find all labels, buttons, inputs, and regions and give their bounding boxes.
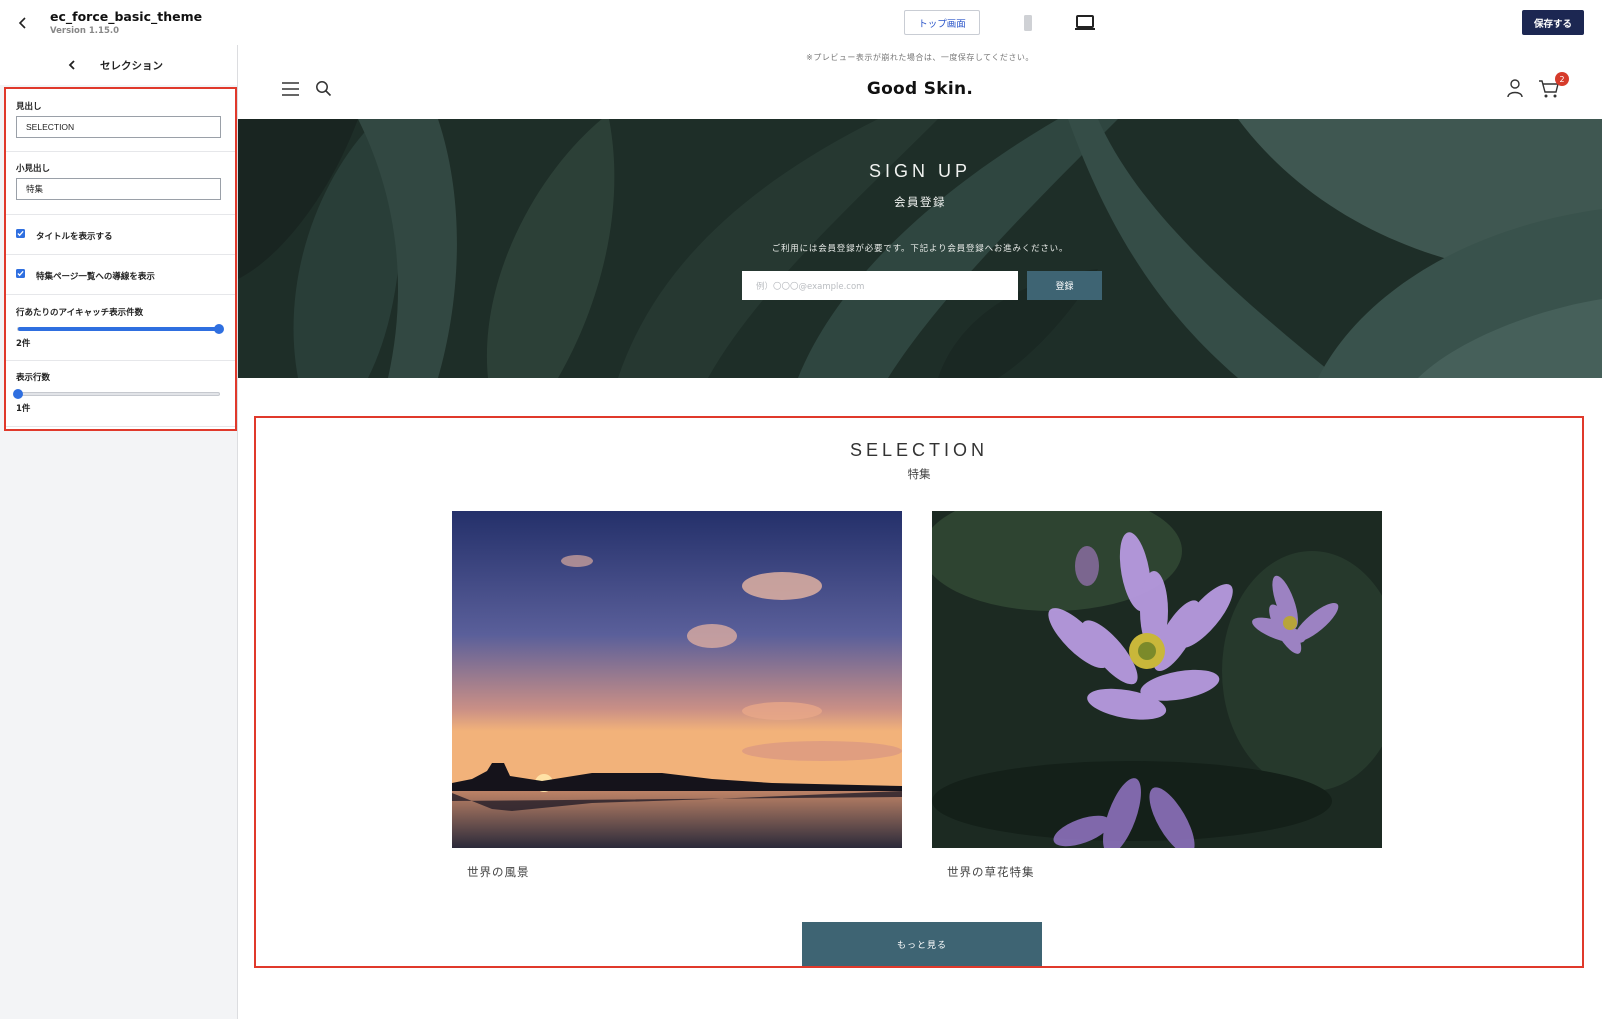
hero-title: SIGN UP [868,161,971,181]
per-row-value: 2件 [16,339,31,349]
show-title-checkbox[interactable] [16,229,25,238]
per-row-label: 行あたりのアイキャッチ表示件数 [16,308,144,318]
landscape-image[interactable] [452,511,902,848]
hero-subtitle: 会員登録 [894,195,946,209]
desktop-device-icon[interactable] [1074,14,1096,32]
show-link-label: 特集ページ一覧への導線を表示 [36,272,155,282]
theme-version: Version 1.15.0 [50,26,120,36]
heading-input[interactable]: SELECTION [16,116,221,138]
theme-name: ec_force_basic_theme [50,9,203,24]
settings-panel: 見出し SELECTION 小見出し 特集 タイトルを表示する 特集ページ一覧へ… [4,87,237,431]
save-button[interactable]: 保存する [1522,10,1584,35]
show-link-checkbox[interactable] [16,269,25,278]
subheading-label: 小見出し [16,164,51,174]
back-arrow-icon[interactable] [12,12,34,34]
site-header: Good Skin. 2 [238,67,1602,117]
page-select[interactable]: トップ画面 [904,10,980,35]
card-title[interactable]: 世界の風景 [467,864,530,880]
selection-title: SELECTION [849,440,989,460]
rows-field: 表示行数 1件 [6,361,235,427]
show-title-field: タイトルを表示する [6,215,235,255]
per-row-field: 行あたりのアイキャッチ表示件数 2件 [6,295,235,361]
sidebar-back-icon[interactable] [65,57,79,73]
top-bar: ec_force_basic_theme Version 1.15.0 トップ画… [0,0,1602,45]
email-input[interactable]: 例）〇〇〇@example.com [742,271,1018,300]
cart-count-badge: 2 [1555,72,1569,86]
mobile-device-icon[interactable] [1022,14,1034,32]
rows-slider[interactable] [13,389,220,399]
selection-subtitle: 特集 [907,467,931,481]
rows-slider-thumb[interactable] [13,389,23,399]
sidebar-header: セレクション [0,45,237,85]
preview-notice: ※プレビュー表示が崩れた場合は、一度保存してください。 [806,53,1034,62]
card-title[interactable]: 世界の草花特集 [947,864,1035,880]
subheading-input[interactable]: 特集 [16,178,221,200]
signup-hero: SIGN UP 会員登録 ご利用には会員登録が必要です。下記より会員登録へお進み… [238,119,1602,378]
checkbox-check-icon [17,270,24,277]
account-icon[interactable] [1506,78,1524,98]
show-title-label: タイトルを表示する [36,232,113,242]
rows-value: 1件 [16,404,31,414]
per-row-slider-thumb[interactable] [214,324,224,334]
selection-section: SELECTION 特集 世界の風景 世界の草花特集 もっと見る [254,416,1584,968]
flower-image[interactable] [932,511,1382,848]
view-more-button[interactable]: もっと見る [802,922,1042,966]
heading-field: 見出し SELECTION [6,89,235,152]
settings-sidebar: セレクション 見出し SELECTION 小見出し 特集 タイトルを表示する 特… [0,45,238,1019]
per-row-slider-fill [18,327,219,331]
heading-label: 見出し [16,102,42,112]
preview-area: ※プレビュー表示が崩れた場合は、一度保存してください。 Good Skin. 2 [238,45,1602,1019]
per-row-slider[interactable] [17,324,224,334]
subheading-field: 小見出し 特集 [6,152,235,215]
sidebar-title: セレクション [100,60,163,72]
register-button[interactable]: 登録 [1027,271,1102,300]
hero-description: ご利用には会員登録が必要です。下記より会員登録へお進みください。 [771,244,1069,254]
rows-label: 表示行数 [16,373,51,383]
checkbox-check-icon [17,230,24,237]
site-logo[interactable]: Good Skin. [238,79,1602,99]
show-link-field: 特集ページ一覧への導線を表示 [6,255,235,295]
